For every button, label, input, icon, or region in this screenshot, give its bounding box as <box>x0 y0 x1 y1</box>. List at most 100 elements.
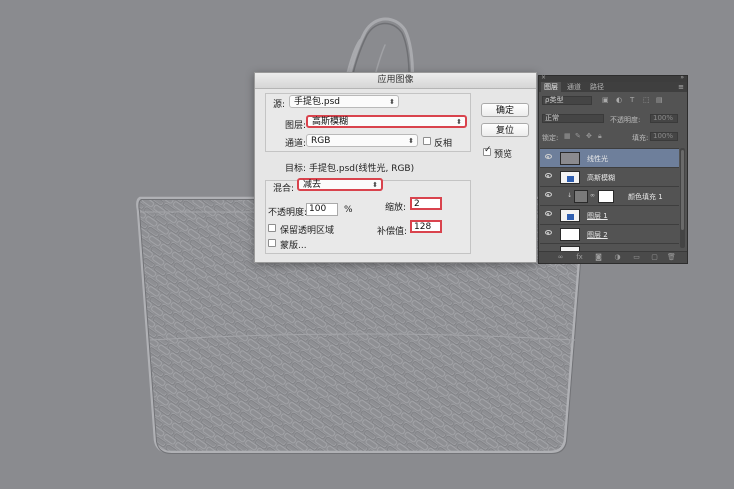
mask-checkbox[interactable] <box>268 239 276 247</box>
source-label: 源: <box>273 100 286 110</box>
mask-icon[interactable]: ◙ <box>595 254 602 261</box>
image-filter-icon[interactable]: ▣ <box>602 96 609 104</box>
blending-label: 混合: <box>273 184 295 194</box>
blend-row: 正常 不透明度: 100% <box>542 114 678 125</box>
target-value: 手提包.psd(线性光, RGB) <box>309 164 415 174</box>
layer-name: 图层 1 <box>587 212 608 220</box>
lock-move-icon[interactable]: ✥ <box>586 132 592 140</box>
fill-field-value: 100% <box>653 132 674 140</box>
blend-mode-select[interactable]: 正常 <box>542 114 604 123</box>
panel-menu-icon[interactable]: ≡ <box>678 83 684 91</box>
chevron-updown-icon: ⬍ <box>372 181 378 189</box>
opacity-field-value: 100% <box>653 114 674 122</box>
chevron-updown-icon: ⬍ <box>456 118 462 126</box>
fill-label: 填充: <box>632 134 649 142</box>
opacity-field[interactable]: 100% <box>650 114 678 123</box>
tab-paths[interactable]: 路径 <box>587 82 607 92</box>
layer-thumbnail <box>560 209 580 222</box>
type-filter-icon[interactable]: T <box>630 96 634 104</box>
fill-field[interactable]: 100% <box>650 132 678 141</box>
folder-icon[interactable]: ▭ <box>633 254 640 261</box>
preview-checkbox[interactable] <box>483 145 492 156</box>
adjustment-icon[interactable]: ◑ <box>614 254 621 261</box>
layer-thumbnail <box>560 152 580 165</box>
blending-select[interactable]: 减去 ⬍ <box>297 178 383 191</box>
close-icon[interactable]: × <box>541 74 546 81</box>
visibility-eye-icon[interactable] <box>545 211 552 216</box>
panel-tabs: 图层 通道 路径 ≡ <box>539 82 687 92</box>
layer-select[interactable]: 高斯模糊 ⬍ <box>306 115 467 128</box>
trash-icon[interactable]: 🗑︎ <box>667 254 676 261</box>
link-icon: ∞ <box>590 192 595 199</box>
source-select[interactable]: 手提包.psd ⬍ <box>289 95 399 108</box>
lock-paint-icon[interactable]: ✎ <box>575 132 581 140</box>
tab-channels[interactable]: 通道 <box>564 82 584 92</box>
collapse-icon[interactable]: » <box>680 74 684 81</box>
bag-thumbnail-icon <box>567 214 574 220</box>
opacity-unit: % <box>344 205 353 215</box>
blending-value: 减去 <box>303 180 322 190</box>
offset-input[interactable]: 128 <box>410 220 442 233</box>
layer-row[interactable]: ↓ ∞ 颜色填充 1 <box>540 186 679 205</box>
tab-layers[interactable]: 图层 <box>541 82 561 92</box>
target-label: 目标: <box>285 164 307 174</box>
fx-icon[interactable]: fx <box>576 254 583 261</box>
lock-all-icon[interactable]: 🔒︎ <box>598 132 602 141</box>
filter-select[interactable]: ρ类型 <box>542 96 592 105</box>
mask-label: 蒙版... <box>280 241 307 251</box>
shape-filter-icon[interactable]: ⬚ <box>643 96 650 104</box>
lock-pixels-icon[interactable]: ▦ <box>564 132 571 140</box>
filter-value: ρ类型 <box>545 96 564 104</box>
layer-row[interactable]: 高斯模糊 <box>540 167 679 186</box>
lock-row: 锁定: ▦ ✎ ✥ 🔒︎ 填充: 100% <box>542 132 678 143</box>
invert-label: 反相 <box>434 139 453 149</box>
source-value: 手提包.psd <box>294 97 340 107</box>
clip-arrow-icon: ↓ <box>567 192 573 199</box>
opacity-input[interactable]: 100 <box>306 203 338 216</box>
layer-name: 颜色填充 1 <box>628 193 663 201</box>
new-layer-icon[interactable]: ▢ <box>651 254 658 261</box>
layer-name: 图层 2 <box>587 231 608 239</box>
layer-row[interactable]: 图层 2 <box>540 224 679 243</box>
layer-row[interactable]: 图层 1 <box>540 205 679 224</box>
visibility-eye-icon[interactable] <box>545 154 552 159</box>
fill-thumbnail <box>574 190 588 203</box>
visibility-eye-icon[interactable] <box>545 173 552 178</box>
adjustment-filter-icon[interactable]: ◐ <box>616 96 622 104</box>
layer-name: 高斯模糊 <box>587 174 615 182</box>
channel-select[interactable]: RGB ⬍ <box>306 134 418 147</box>
layers-scrollbar[interactable] <box>680 148 685 248</box>
smart-filter-icon[interactable]: ▤ <box>656 96 663 104</box>
ok-button[interactable]: 确定 <box>481 103 529 117</box>
layers-panel: × » 图层 通道 路径 ≡ ρ类型 ▣ ◐ T ⬚ ▤ 正常 不透明度: 10… <box>538 74 688 264</box>
preserve-transparency-checkbox[interactable] <box>268 224 276 232</box>
lock-label: 锁定: <box>542 134 559 142</box>
preserve-transparency-label: 保留透明区域 <box>280 226 335 236</box>
apply-image-dialog: 应用图像 源: 手提包.psd ⬍ 图层: 高斯模糊 ⬍ 通道: RGB ⬍ 反… <box>254 72 537 263</box>
mask-thumbnail <box>598 190 614 203</box>
visibility-eye-icon[interactable] <box>545 230 552 235</box>
layer-thumbnail <box>560 171 580 184</box>
channel-value: RGB <box>311 136 331 146</box>
dialog-titlebar[interactable]: 应用图像 <box>255 73 536 89</box>
layer-label: 图层: <box>285 121 307 131</box>
filter-row: ρ类型 ▣ ◐ T ⬚ ▤ <box>542 96 677 107</box>
dialog-title: 应用图像 <box>377 75 414 85</box>
chevron-updown-icon: ⬍ <box>389 98 395 106</box>
invert-checkbox[interactable] <box>423 137 431 145</box>
link-icon[interactable]: ∞ <box>557 254 564 261</box>
layer-thumbnail <box>560 228 580 241</box>
layer-name: 线性光 <box>587 155 608 163</box>
scale-label: 缩放: <box>385 203 407 213</box>
opacity-label: 不透明度: <box>268 208 308 218</box>
visibility-eye-icon[interactable] <box>545 192 552 197</box>
blend-mode-value: 正常 <box>545 114 559 122</box>
scale-input[interactable]: 2 <box>410 197 442 210</box>
opacity-label: 不透明度: <box>610 116 641 124</box>
channel-label: 通道: <box>285 139 307 149</box>
panel-bottom-bar: ∞ fx ◙ ◑ ▭ ▢ 🗑︎ <box>539 251 687 263</box>
layer-row[interactable]: 线性光 <box>540 148 679 167</box>
reset-button[interactable]: 复位 <box>481 123 529 137</box>
chevron-updown-icon: ⬍ <box>408 137 414 145</box>
preview-label: 预览 <box>494 150 513 160</box>
